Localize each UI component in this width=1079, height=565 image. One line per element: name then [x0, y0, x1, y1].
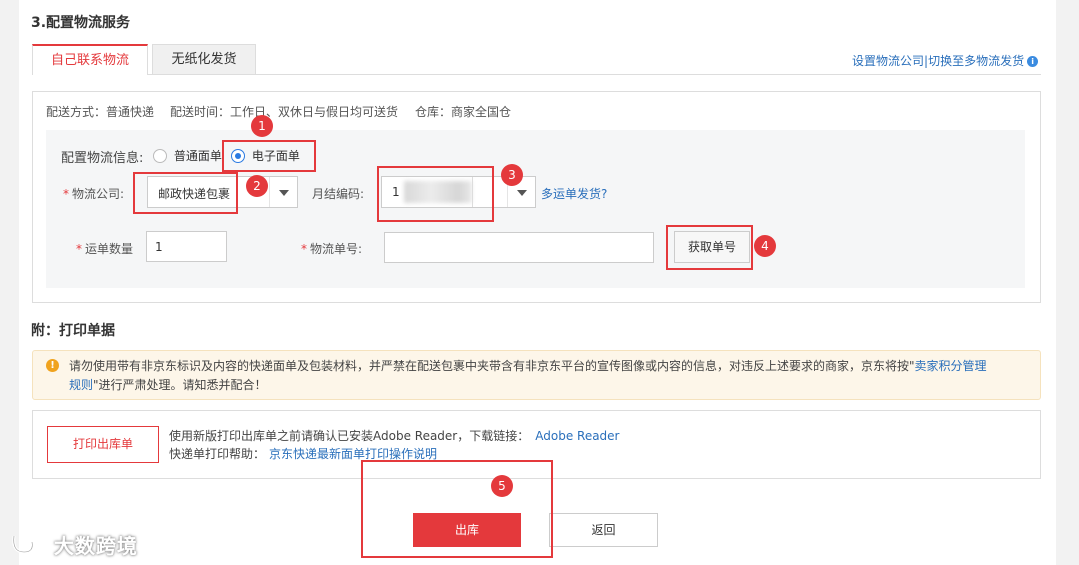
annotation-badge-5: 5 [491, 475, 513, 497]
radio-button[interactable] [153, 148, 167, 163]
required-mark: * [301, 242, 307, 256]
annotation-box-5 [361, 460, 553, 558]
annotation-badge-3: 3 [501, 164, 523, 186]
top-links: 设置物流公司|切换至多物流发货 i [852, 52, 1039, 69]
warehouse: 仓库：商家全国仓 [415, 105, 512, 119]
annotation-box-2 [133, 172, 238, 214]
radio-paper-waybill[interactable]: 普通面单 [153, 147, 222, 164]
tab-paperless-shipping[interactable]: 无纸化发货 [152, 44, 256, 74]
waybill-count-input[interactable] [146, 231, 227, 262]
delivery-time: 配送时间：工作日、双休日与假日均可送货 [170, 105, 399, 119]
watermark-text: 大数跨境 [53, 534, 138, 558]
watermark: 大数跨境 [10, 530, 138, 559]
attachment-title: 附：打印单据 [31, 323, 115, 339]
rules-link[interactable]: 规则 [69, 378, 93, 392]
tracking-number-label: * 物流单号: [301, 242, 363, 256]
annotation-badge-4: 4 [754, 235, 776, 257]
set-logistics-company-link[interactable]: 设置物流公司 [852, 54, 924, 68]
account-code-label: 月结编码: [312, 187, 365, 201]
main-panel: 3.配置物流服务 自己联系物流 无纸化发货 设置物流公司|切换至多物流发货 i 配… [19, 0, 1056, 565]
company-label: * 物流公司: [63, 187, 125, 201]
annotation-box-3 [377, 166, 494, 222]
jd-waybill-help-link[interactable]: 京东快递最新面单打印操作说明 [269, 447, 437, 461]
annotation-badge-2: 2 [246, 175, 268, 197]
chevron-down-icon [269, 177, 297, 207]
info-icon[interactable]: i [1027, 56, 1039, 67]
back-button[interactable]: 返回 [549, 513, 658, 547]
tracking-number-input[interactable] [384, 232, 654, 263]
annotation-box-1 [222, 140, 316, 172]
multi-waybill-link[interactable]: 多运单发货? [541, 185, 607, 202]
logistics-info-label: 配置物流信息: [61, 151, 144, 166]
warning-icon: ! [46, 359, 59, 372]
radio-label: 普通面单 [173, 149, 222, 163]
adobe-reader-link[interactable]: Adobe Reader [535, 429, 619, 443]
required-mark: * [63, 187, 69, 201]
annotation-box-4 [666, 225, 753, 270]
delivery-method: 配送方式：普通快递 [46, 105, 155, 119]
switch-multi-logistics-link[interactable]: 切换至多物流发货 [928, 54, 1024, 68]
print-line-1: 使用新版打印出库单之前请确认已安装Adobe Reader，下载链接： Adobe… [169, 429, 620, 443]
annotation-badge-1: 1 [251, 115, 273, 137]
section-title: 3.配置物流服务 [31, 15, 131, 31]
notice-text: 请勿使用带有非京东标识及内容的快递面单及包装材料，并严禁在配送包裹中夹带含有非京… [69, 359, 987, 392]
seller-points-rule-link[interactable]: 卖家积分管理 [915, 359, 987, 373]
waybill-count-label: * 运单数量 [76, 242, 134, 256]
tab-self-logistics[interactable]: 自己联系物流 [32, 44, 148, 75]
print-outbound-button[interactable]: 打印出库单 [47, 426, 159, 463]
watermark-logo-icon [12, 534, 49, 554]
required-mark: * [76, 242, 82, 256]
